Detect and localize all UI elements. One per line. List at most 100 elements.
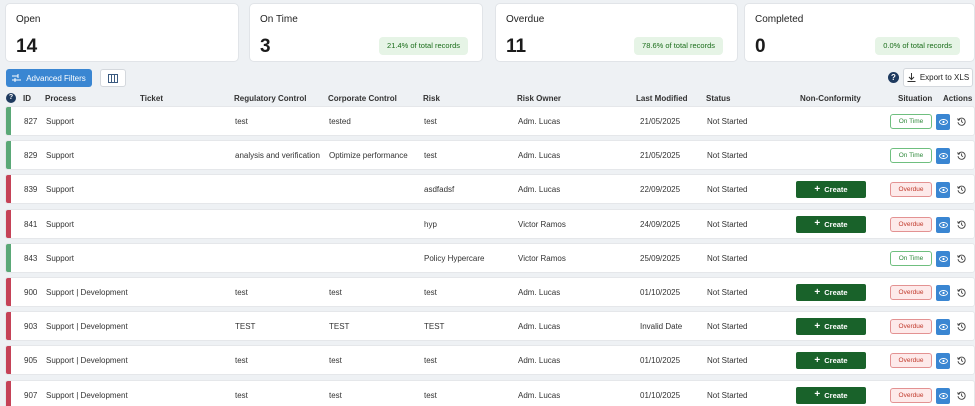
col-non-conformity[interactable]: Non-Conformity [800, 94, 861, 103]
history-button[interactable] [955, 183, 967, 196]
cell-owner: Adm. Lucas [518, 151, 561, 161]
history-icon [956, 220, 966, 229]
view-button[interactable] [936, 250, 950, 267]
col-id[interactable]: ID [23, 94, 31, 103]
col-situation[interactable]: Situation [898, 94, 932, 103]
col-regulatory-control[interactable]: Regulatory Control [234, 94, 306, 103]
table-row[interactable]: 841 Support hyp Victor Ramos 24/09/2025 Not S… [5, 208, 975, 239]
create-nonconformity-button[interactable]: + Create [796, 181, 866, 199]
history-button[interactable] [955, 115, 967, 128]
cell-corporate: Optimize performance [329, 151, 408, 161]
history-button[interactable] [955, 149, 967, 162]
create-nonconformity-button[interactable]: + Create [796, 318, 866, 336]
col-risk-owner[interactable]: Risk Owner [517, 94, 561, 103]
card-percent-badge: 78.6% of total records [634, 37, 723, 55]
cell-regulatory: test [235, 117, 248, 126]
view-button[interactable] [936, 114, 950, 130]
cell-id: 905 [24, 356, 38, 366]
help-icon[interactable]: ? [888, 72, 899, 83]
history-icon [956, 151, 966, 160]
cell-corporate: TEST [329, 322, 350, 332]
cell-owner: Victor Ramos [518, 253, 566, 263]
history-button[interactable] [955, 354, 967, 367]
eye-icon [938, 153, 948, 160]
col-corporate-control[interactable]: Corporate Control [328, 94, 397, 103]
cell-id: 827 [24, 117, 38, 126]
history-icon [956, 254, 966, 263]
table-row[interactable]: 839 Support asdfadsf Adm. Lucas 22/09/2025 No… [5, 174, 975, 205]
cell-owner: Adm. Lucas [518, 390, 561, 400]
create-nonconformity-button[interactable]: + Create [796, 386, 866, 404]
cell-status: Not Started [707, 117, 748, 126]
cell-id: 900 [24, 288, 38, 297]
history-button[interactable] [955, 252, 967, 265]
create-label: Create [824, 219, 848, 229]
cell-process: Support | Development [46, 390, 128, 400]
cell-id: 907 [24, 390, 38, 400]
view-button[interactable] [936, 285, 950, 301]
cell-process: Support [46, 219, 75, 229]
row-status-bar [6, 243, 11, 272]
create-nonconformity-button[interactable]: + Create [796, 284, 866, 301]
cell-regulatory: test [235, 356, 248, 366]
cell-risk: test [424, 390, 437, 400]
view-button[interactable] [936, 216, 950, 233]
columns-button[interactable] [100, 69, 126, 87]
create-nonconformity-button[interactable]: + Create [796, 215, 866, 233]
table-row[interactable]: 903 Support | Development TEST TEST TEST Adm.… [5, 311, 975, 342]
plus-icon: + [814, 183, 821, 195]
view-button[interactable] [936, 182, 950, 199]
create-label: Create [824, 322, 848, 332]
table-row[interactable]: 843 Support Policy Hypercare Victor Ramos 25… [5, 242, 975, 273]
cell-process: Support [46, 253, 75, 263]
cell-risk: test [424, 117, 437, 126]
cell-status: Not Started [707, 390, 748, 400]
eye-icon [938, 221, 948, 228]
cell-owner: Adm. Lucas [518, 356, 561, 366]
col-status[interactable]: Status [706, 94, 730, 103]
view-button[interactable] [936, 353, 950, 370]
cell-regulatory: TEST [235, 322, 256, 332]
history-button[interactable] [955, 389, 967, 402]
history-icon [956, 322, 966, 331]
cell-status: Not Started [707, 185, 748, 195]
col-risk[interactable]: Risk [423, 94, 440, 103]
cell-id: 839 [24, 185, 38, 195]
view-button[interactable] [936, 387, 950, 404]
history-button[interactable] [955, 320, 967, 333]
view-button[interactable] [936, 148, 950, 165]
table-row[interactable]: 900 Support | Development test test test Adm.… [5, 277, 975, 307]
table-row[interactable]: 829 Support analysis and verification Optim… [5, 140, 975, 171]
help-icon[interactable]: ? [6, 93, 16, 103]
situation-badge: On Time [890, 114, 932, 129]
cell-modified: 21/05/2025 [640, 117, 681, 126]
advanced-filters-button[interactable]: Advanced Filters [6, 69, 92, 87]
cell-corporate: tested [329, 117, 351, 126]
cell-status: Not Started [707, 356, 748, 366]
cell-corporate: test [329, 390, 342, 400]
cell-status: Not Started [707, 288, 748, 297]
col-ticket[interactable]: Ticket [140, 94, 163, 103]
table-row[interactable]: 907 Support | Development test test test Adm.… [5, 379, 975, 406]
card-title: Completed [755, 14, 804, 25]
table-row[interactable]: 905 Support | Development test test test Adm.… [5, 345, 975, 376]
cell-owner: Adm. Lucas [518, 288, 561, 297]
eye-icon [938, 187, 948, 194]
history-icon [956, 117, 966, 126]
col-actions: Actions [943, 94, 973, 103]
create-nonconformity-button[interactable]: + Create [796, 352, 866, 370]
history-button[interactable] [955, 218, 967, 231]
view-button[interactable] [936, 319, 950, 336]
export-xls-button[interactable]: Export to XLS [903, 68, 973, 87]
history-icon [956, 288, 966, 297]
eye-icon [938, 358, 948, 365]
row-status-bar [6, 175, 11, 204]
history-button[interactable] [955, 286, 967, 299]
cell-owner: Adm. Lucas [518, 185, 561, 195]
col-last-modified[interactable]: Last Modified [636, 94, 688, 103]
cell-id: 841 [24, 219, 38, 229]
table-row[interactable]: 827 Support test tested test Adm. Lucas 21/05/… [5, 106, 975, 136]
col-process[interactable]: Process [45, 94, 76, 103]
cell-process: Support [46, 151, 75, 161]
plus-icon: + [814, 389, 821, 401]
